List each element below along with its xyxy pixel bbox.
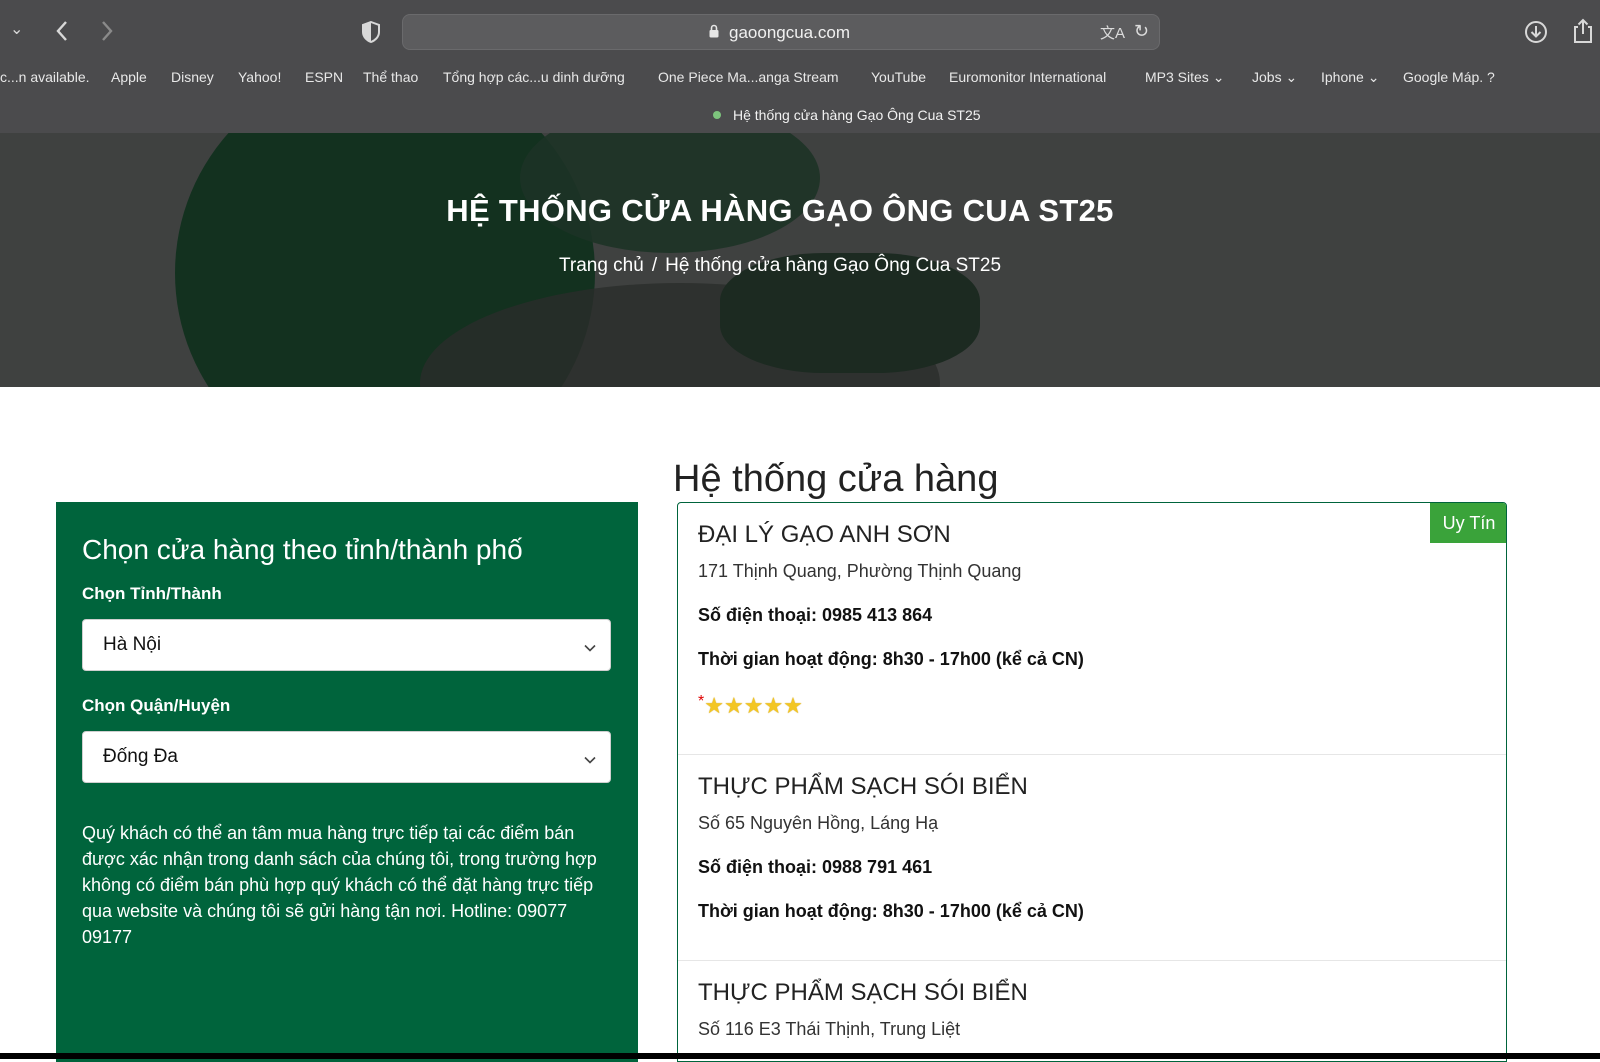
breadcrumb-home-link[interactable]: Trang chủ xyxy=(559,255,644,276)
star-icon[interactable]: ★ xyxy=(783,693,803,718)
store-card[interactable]: THỰC PHẨM SẠCH SÓI BIỂN Số 65 Nguyên Hồn… xyxy=(678,755,1506,961)
store-address: Số 65 Nguyên Hồng, Láng Hạ xyxy=(698,813,939,833)
hours-value: 8h30 - 17h00 (kể cả CN) xyxy=(882,901,1084,921)
star-icon[interactable]: ★ xyxy=(704,693,724,718)
district-label: Chọn Quận/Huyện xyxy=(82,696,231,715)
star-icon[interactable]: ★ xyxy=(724,693,744,718)
star-icon[interactable]: ★ xyxy=(763,693,783,718)
trusted-badge: Uy Tín xyxy=(1430,503,1506,543)
breadcrumb-current: Hệ thống cửa hàng Gạo Ông Cua ST25 xyxy=(665,255,1002,276)
hero-banner: HỆ THỐNG CỬA HÀNG GẠO ÔNG CUA ST25 Trang… xyxy=(0,133,1600,387)
bookmark-item[interactable]: Yahoo! xyxy=(238,69,281,85)
phone-label: Số điện thoại xyxy=(698,857,812,877)
store-address: Số 116 E3 Thái Thịnh, Trung Liệt xyxy=(698,1019,961,1039)
bookmark-item[interactable]: Thể thao xyxy=(363,69,418,85)
chevron-down-icon xyxy=(584,750,596,764)
bookmark-item[interactable]: Iphone ⌄ xyxy=(1321,69,1379,86)
hours-label: Thời gian hoạt động xyxy=(698,649,872,669)
active-tab-title[interactable]: Hệ thống cửa hàng Gạo Ông Cua ST25 xyxy=(733,107,981,123)
store-hours: Thời gian hoạt động: 8h30 - 17h00 (kể cả… xyxy=(698,649,1084,669)
phone-label: Số điện thoại xyxy=(698,605,812,625)
chevron-down-icon xyxy=(584,638,596,652)
store-phone: Số điện thoại: 0988 791 461 xyxy=(698,857,933,877)
store-card[interactable]: THỰC PHẨM SẠCH SÓI BIỂN Số 116 E3 Thái T… xyxy=(678,961,1506,1061)
bookmark-item[interactable]: YouTube xyxy=(871,69,926,85)
forward-icon[interactable] xyxy=(100,20,114,46)
bookmark-item[interactable]: Google Máp. ? xyxy=(1403,69,1495,85)
store-name: ĐẠI LÝ GẠO ANH SƠN xyxy=(698,521,951,548)
store-list: ĐẠI LÝ GẠO ANH SƠN 171 Thịnh Quang, Phườ… xyxy=(677,502,1507,1062)
province-label: Chọn Tỉnh/Thành xyxy=(82,584,222,603)
back-icon[interactable] xyxy=(55,20,69,46)
share-icon[interactable] xyxy=(1572,18,1594,48)
lock-icon xyxy=(709,24,719,38)
url-text: gaoongcua.com xyxy=(729,23,850,42)
privacy-shield-icon[interactable] xyxy=(361,20,381,47)
bookmark-item[interactable]: c...n available. xyxy=(0,69,90,85)
reload-icon[interactable]: ↻ xyxy=(1134,21,1149,42)
bookmarks-bar: c...n available. Apple Disney Yahoo! ESPN Thể… xyxy=(0,66,1600,92)
store-name: THỰC PHẨM SẠCH SÓI BIỂN xyxy=(698,773,1028,800)
browser-toolbar: ⌄ gaoongcua.com 文A ↻ c...n available. App… xyxy=(0,0,1600,133)
province-selected-value: Hà Nội xyxy=(103,634,162,655)
downloads-icon[interactable] xyxy=(1524,20,1548,48)
store-hours: Thời gian hoạt động: 8h30 - 17h00 (kể cả… xyxy=(698,901,1084,921)
tab-bar: Hệ thống cửa hàng Gạo Ông Cua ST25 xyxy=(0,100,1600,133)
address-bar[interactable]: gaoongcua.com 文A ↻ xyxy=(402,14,1160,50)
district-selected-value: Đống Đa xyxy=(103,746,178,767)
filter-heading: Chọn cửa hàng theo tỉnh/thành phố xyxy=(82,534,523,565)
bookmark-item[interactable]: ESPN xyxy=(305,69,343,85)
province-select[interactable]: Hà Nội xyxy=(82,619,611,671)
page-title: HỆ THỐNG CỬA HÀNG GẠO ÔNG CUA ST25 xyxy=(446,193,1114,228)
breadcrumb: Trang chủ / Hệ thống cửa hàng Gạo Ông Cua … xyxy=(0,255,1560,277)
bookmark-item[interactable]: Disney xyxy=(171,69,214,85)
tab-overview-chevron-icon[interactable]: ⌄ xyxy=(10,22,23,38)
favicon-icon xyxy=(713,111,721,119)
store-phone: Số điện thoại: 0985 413 864 xyxy=(698,605,933,625)
store-card[interactable]: ĐẠI LÝ GẠO ANH SƠN 171 Thịnh Quang, Phườ… xyxy=(678,503,1506,755)
breadcrumb-separator: / xyxy=(651,255,658,276)
star-icon[interactable]: ★ xyxy=(744,693,764,718)
bookmark-item[interactable]: Apple xyxy=(111,69,147,85)
phone-number[interactable]: 0985 413 864 xyxy=(822,605,932,625)
bookmark-item[interactable]: MP3 Sites ⌄ xyxy=(1145,69,1224,86)
phone-number[interactable]: 0988 791 461 xyxy=(822,857,932,877)
hours-label: Thời gian hoạt động xyxy=(698,901,872,921)
store-name: THỰC PHẨM SẠCH SÓI BIỂN xyxy=(698,979,1028,1006)
store-filter-panel: Chọn cửa hàng theo tỉnh/thành phố Chọn T… xyxy=(56,502,638,1062)
star-rating[interactable]: *★★★★★ xyxy=(698,693,803,719)
bookmark-item[interactable]: Jobs ⌄ xyxy=(1252,69,1297,86)
section-title: Hệ thống cửa hàng xyxy=(673,458,999,500)
bookmark-item[interactable]: Tổng hợp các...u dinh dưỡng xyxy=(443,69,625,85)
bookmark-item[interactable]: One Piece Ma...anga Stream xyxy=(658,69,839,85)
store-address: 171 Thịnh Quang, Phường Thịnh Quang xyxy=(698,561,1022,581)
screen-bottom-edge xyxy=(0,1053,1600,1059)
purchase-note: Quý khách có thể an tâm mua hàng trực ti… xyxy=(82,823,597,947)
district-select[interactable]: Đống Đa xyxy=(82,731,611,783)
translate-icon[interactable]: 文A xyxy=(1100,22,1125,43)
bookmark-item[interactable]: Euromonitor International xyxy=(949,69,1106,85)
hours-value: 8h30 - 17h00 (kể cả CN) xyxy=(882,649,1084,669)
